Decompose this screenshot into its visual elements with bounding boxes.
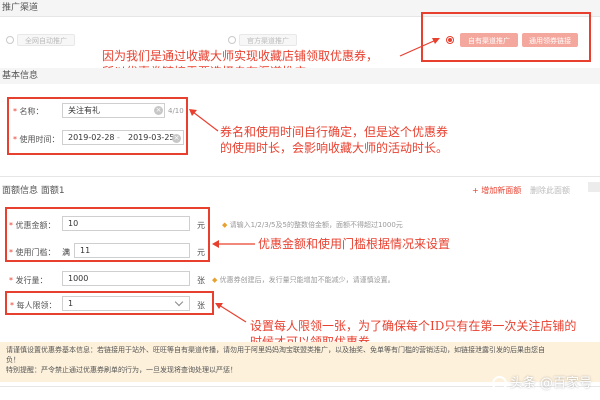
radio-official[interactable] [228,36,236,44]
amount-hint: ◆ 请输入1/2/3/5及5的整数倍金额，面额不得超过1000元 [222,221,403,229]
end-date[interactable]: 2019-03-25 [128,133,175,142]
issue-hint: ◆ 优惠券创建后，发行量只能增加不能减少，请谨慎设置。 [212,276,395,284]
basic-section-header: 基本信息 [0,68,600,84]
issue-unit: 张 [197,276,205,285]
clear-name-icon[interactable]: × [154,106,163,115]
amount-input[interactable]: 10 [62,216,190,231]
option-official[interactable]: 官方渠道推广 [239,34,297,46]
option-all-network[interactable]: 全网自动推广 [17,34,75,46]
time-label: * 使用时间： [13,135,60,144]
threshold-label: * 使用门槛： [9,248,56,257]
warning-icon: ◆ [222,221,228,229]
divider [0,176,600,177]
amount-unit: 元 [197,221,205,230]
add-tier-link[interactable]: + 增加新面额 [472,185,521,196]
clear-date-icon[interactable]: × [172,134,181,143]
amount-label: * 优惠金额： [9,221,56,230]
threshold-input[interactable]: 11 [74,243,190,258]
name-char-count: 4/10 [168,107,184,115]
scroll-indicator[interactable] [588,182,600,192]
logo-icon [491,376,507,391]
limit-select[interactable]: 1 [62,296,190,311]
watermark: 头条 @百家号 [491,372,592,391]
annotation-amount-line1: 优惠金额和使用门槛根据情况来设置 [258,237,451,251]
tier-section-header: 面额信息 面额1 [2,186,65,196]
radio-own-channel[interactable] [446,36,454,44]
option-general-coupon-link[interactable]: 通用领券链接 [522,33,578,47]
option-own-channel[interactable]: 自有渠道推广 [460,33,518,47]
notice-line1: 请谨慎设置优惠券基本信息：若链接用于站外、旺旺等自有渠道传播，请勿用于阿里妈妈淘… [6,346,545,354]
issue-label: * 发行量： [9,276,48,285]
annotation-basic-line2: 的使用时长，会影响收藏大师的活动时长。 [220,141,449,155]
radio-all-network[interactable] [6,36,14,44]
delete-tier-link[interactable]: 删除此面额 [530,185,570,196]
notice-line2: 负！ [6,356,20,364]
annotation-basic: 券名和使用时间自行确定，但是这个优惠券 的使用时长，会影响收藏大师的活动时长。 [220,124,448,156]
annotation-channel-line1: 因为我们是通过收藏大师实现收藏店铺领取优惠券， [102,49,379,63]
limit-unit: 张 [197,301,205,310]
threshold-unit: 元 [197,248,205,257]
limit-label: * 每人限领： [10,301,57,310]
warning-icon: ◆ [212,276,218,284]
annotation-basic-line1: 券名和使用时间自行确定，但是这个优惠券 [220,125,449,139]
start-date[interactable]: 2019-02-28 [68,133,115,142]
date-separator: - [117,133,120,142]
name-label: * 名称： [13,107,44,116]
annotation-limit-line1: 设置每人限领一张，为了确保每个ID只有在第一次关注店铺的 [250,319,577,333]
issue-input[interactable]: 1000 [62,271,190,286]
name-input[interactable]: 关注有礼 [62,103,165,118]
threshold-prefix: 满 [62,248,70,257]
annotation-amount: 优惠金额和使用门槛根据情况来设置 [258,236,450,252]
